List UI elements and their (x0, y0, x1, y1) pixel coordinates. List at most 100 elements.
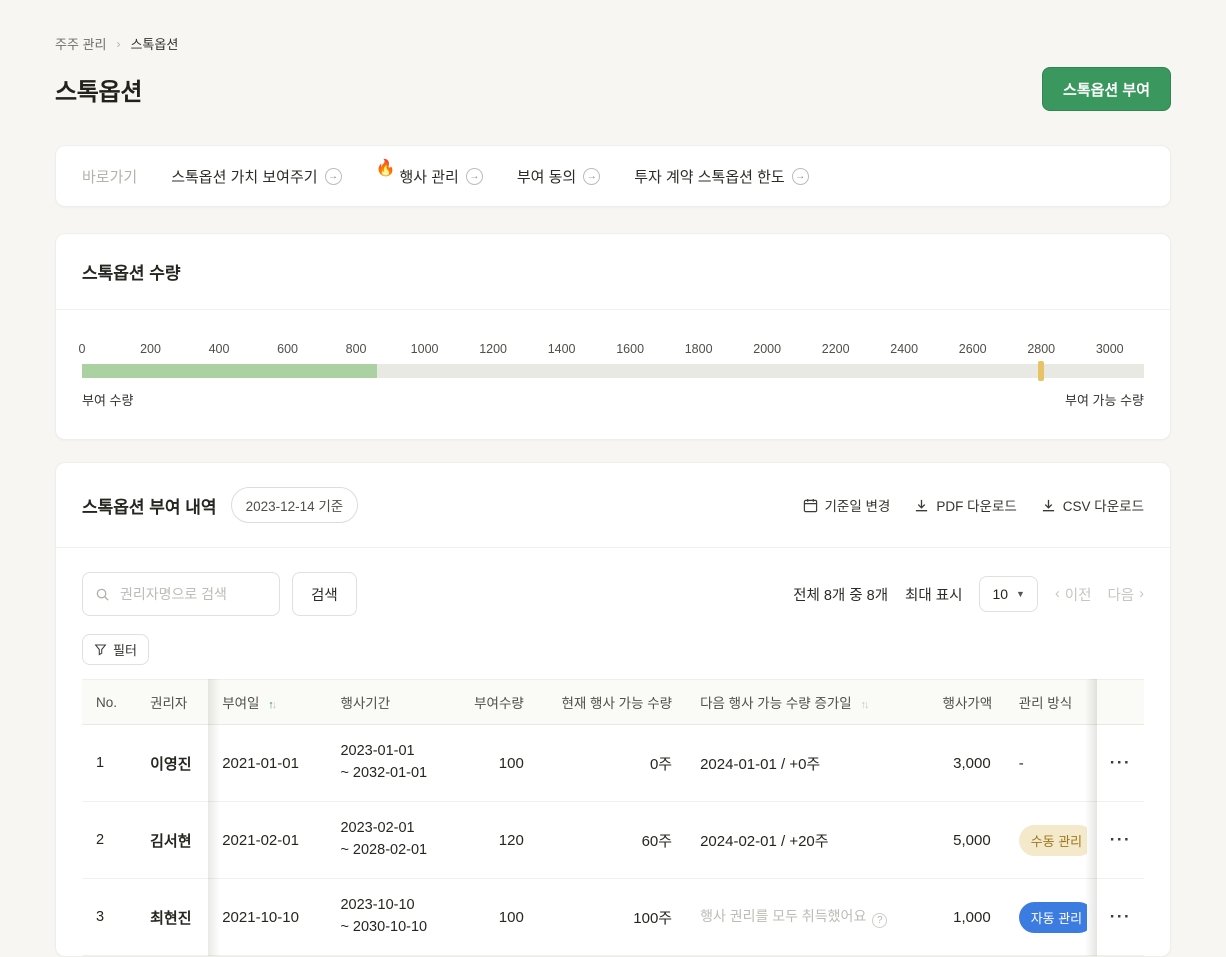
cell-exercise-period: 2023-01-01~ 2032-01-01 (326, 725, 459, 802)
cell-management: 수동 관리 (1005, 802, 1097, 879)
granted-bar (82, 364, 377, 378)
cell-exercisable: 0주 (538, 725, 686, 802)
cell-grant-date: 2021-01-01 (208, 725, 326, 802)
col-exercise-period: 행사기간 (326, 680, 459, 725)
scale-tick: 1800 (685, 342, 713, 356)
quick-link-label: 행사 관리 (399, 166, 458, 187)
quick-link-investment-contract-limit[interactable]: 투자 계약 스톡옵션 한도 → (634, 166, 809, 187)
quantity-card-header: 스톡옵션 수량 (56, 234, 1170, 310)
scale-tick: 0 (79, 342, 86, 356)
table-row: 2 김서현 2021-02-01 2023-02-01~ 2028-02-01 … (82, 802, 1144, 879)
scale-tick: 200 (140, 342, 161, 356)
cell-no: 1 (82, 725, 136, 802)
quick-link-label: 투자 계약 스톡옵션 한도 (634, 166, 785, 187)
col-no: No. (82, 680, 136, 725)
breadcrumb: 주주 관리 › 스톡옵션 (55, 34, 1171, 53)
csv-download-button[interactable]: CSV 다운로드 (1041, 495, 1144, 515)
quick-links-label: 바로가기 (82, 166, 137, 187)
grants-table-wrap: No. 권리자 부여일 ↑↓ 행사기간 부여수량 현재 행사 가능 수량 다음 … (82, 679, 1144, 956)
scale-tick: 400 (209, 342, 230, 356)
chevron-right-icon: › (1139, 586, 1144, 602)
prev-page-button[interactable]: ‹ 이전 (1055, 584, 1092, 605)
breadcrumb-current: 스톡옵션 (130, 34, 178, 53)
search-button[interactable]: 검색 (292, 572, 357, 616)
header-actions: 기준일 변경 PDF 다운로드 CSV 다운로드 (803, 495, 1145, 515)
cell-grant-date: 2021-02-01 (208, 802, 326, 879)
base-date-badge: 2023-12-14 기준 (231, 487, 359, 523)
col-holder: 권리자 (136, 680, 208, 725)
grant-card-body: 검색 전체 8개 중 8개 최대 표시 10 ▼ ‹ 이전 다음 (56, 548, 1170, 956)
col-grant-date-sortable[interactable]: 부여일 ↑↓ (208, 680, 326, 725)
col-next-increase-sortable[interactable]: 다음 행사 가능 수량 증가일 ↑↓ (686, 680, 928, 725)
scale-tick: 2800 (1027, 342, 1055, 356)
manual-management-badge: 수동 관리 (1019, 825, 1087, 856)
grant-option-button[interactable]: 스톡옵션 부여 (1042, 67, 1171, 111)
pdf-download-button[interactable]: PDF 다운로드 (914, 495, 1016, 515)
col-exercisable: 현재 행사 가능 수량 (538, 680, 686, 725)
auto-management-badge: 자동 관리 (1019, 902, 1087, 933)
filter-button[interactable]: 필터 (82, 634, 149, 665)
quick-link-grant-consent[interactable]: 부여 동의 → (517, 166, 600, 187)
cell-actions: ··· (1097, 725, 1144, 802)
help-icon[interactable]: ? (872, 913, 887, 928)
download-icon (1041, 498, 1056, 513)
search-box (82, 572, 280, 616)
scale-tick: 2400 (890, 342, 918, 356)
arrow-right-icon: → (583, 168, 600, 185)
scale-tick: 1600 (616, 342, 644, 356)
next-page-button[interactable]: 다음 › (1107, 584, 1144, 605)
total-count-text: 전체 8개 중 8개 (793, 584, 888, 605)
page-size-select[interactable]: 10 ▼ (979, 576, 1038, 612)
cell-grant-date: 2021-10-10 (208, 879, 326, 956)
table-controls: 검색 전체 8개 중 8개 최대 표시 10 ▼ ‹ 이전 다음 (82, 572, 1144, 616)
search-icon (95, 587, 110, 602)
calendar-icon (803, 498, 818, 513)
cell-next-increase: 2024-01-01 / +0주 (686, 725, 928, 802)
scale-tick: 600 (277, 342, 298, 356)
grantable-quantity-label: 부여 가능 수량 (1065, 390, 1144, 409)
cell-no: 3 (82, 879, 136, 956)
col-quantity: 부여수량 (460, 680, 538, 725)
breadcrumb-shareholder-management[interactable]: 주주 관리 (55, 34, 106, 53)
sort-desc-icon: ↓ (864, 699, 868, 711)
quick-links-card: 바로가기 스톡옵션 가치 보여주기 → 🔥 행사 관리 → 부여 동의 → 투자… (55, 145, 1171, 207)
table-row: 1 이영진 2021-01-01 2023-01-01~ 2032-01-01 … (82, 725, 1144, 802)
cell-exercise-period: 2023-10-10~ 2030-10-10 (326, 879, 459, 956)
quick-link-show-option-value[interactable]: 스톡옵션 가치 보여주기 → (171, 166, 341, 187)
filter-funnel-icon (94, 643, 107, 656)
grant-card-title: 스톡옵션 부여 내역 (82, 493, 217, 518)
cell-exercisable: 60주 (538, 802, 686, 879)
grantable-marker (1038, 361, 1044, 381)
fire-icon: 🔥 (376, 158, 396, 178)
cell-quantity: 100 (460, 725, 538, 802)
scale-tick: 800 (346, 342, 367, 356)
chevron-left-icon: ‹ (1055, 586, 1060, 602)
row-more-button[interactable]: ··· (1104, 829, 1137, 851)
cell-management: 자동 관리 (1005, 879, 1097, 956)
col-exercise-price: 행사가액 (929, 680, 1005, 725)
cell-exercise-price: 3,000 (929, 725, 1005, 802)
quick-link-exercise-management[interactable]: 🔥 행사 관리 → (376, 166, 483, 187)
change-base-date-button[interactable]: 기준일 변경 (803, 495, 891, 515)
cell-exercise-price: 5,000 (929, 802, 1005, 879)
cell-exercisable: 100주 (538, 879, 686, 956)
col-actions (1097, 680, 1144, 725)
page-title: 스톡옵션 (55, 72, 142, 107)
sort-icons: ↑↓ (860, 699, 867, 711)
cell-actions: ··· (1097, 879, 1144, 956)
controls-right: 전체 8개 중 8개 최대 표시 10 ▼ ‹ 이전 다음 › (793, 576, 1144, 612)
search-input[interactable] (118, 585, 267, 603)
breadcrumb-separator-icon: › (116, 37, 120, 51)
cell-no: 2 (82, 802, 136, 879)
scale-tick: 1000 (411, 342, 439, 356)
grant-card-header: 스톡옵션 부여 내역 2023-12-14 기준 기준일 변경 PDF 다운로드… (56, 463, 1170, 548)
cell-holder: 김서현 (136, 802, 208, 879)
scale-tick: 3000 (1096, 342, 1124, 356)
option-quantity-card: 스톡옵션 수량 02004006008001000120014001600180… (55, 233, 1171, 440)
row-more-button[interactable]: ··· (1104, 906, 1137, 928)
arrow-right-icon: → (792, 168, 809, 185)
granted-quantity-label: 부여 수량 (82, 390, 133, 409)
row-more-button[interactable]: ··· (1104, 752, 1137, 774)
scale-tick: 1200 (479, 342, 507, 356)
scale-tick: 2600 (959, 342, 987, 356)
